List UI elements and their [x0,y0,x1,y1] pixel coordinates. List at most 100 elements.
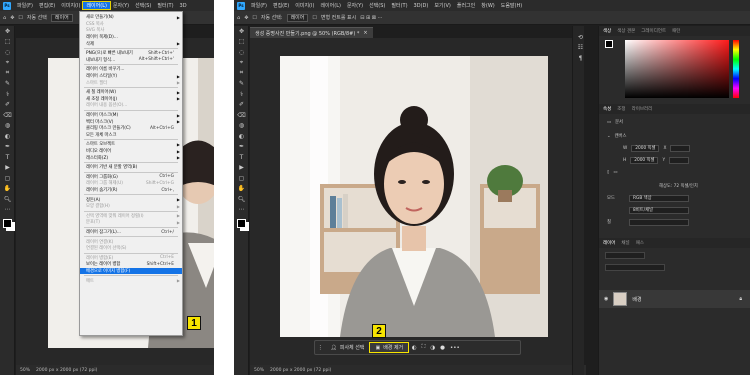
hue-slider[interactable] [733,40,739,98]
lasso-tool-icon[interactable]: ◌ [234,47,249,58]
layer-menu-item[interactable]: 모든 개체 마스크 [80,132,182,139]
auto-select-target-dropdown[interactable]: 레이어 [50,13,73,22]
tab-adjustments[interactable]: 조정 [617,106,625,112]
layer-menu-item[interactable]: 새 칠 레이어(W) ▶ [80,89,182,96]
transform-controls-checkbox[interactable]: ☐ [312,15,316,21]
crop-tool-icon[interactable]: ⌗ [234,68,249,79]
menu-item[interactable]: 플러그인 [454,2,478,9]
hand-tool-icon[interactable]: ✋ [0,184,15,195]
menu-edit[interactable]: 편집(E) [36,2,58,9]
lock-icon[interactable]: 🔒︎ [739,296,742,302]
crop-tool-icon[interactable]: ⌗ [0,68,15,79]
auto-select-target-dropdown[interactable]: 레이어 [286,13,309,22]
menu-item[interactable]: 문자(Y) [344,2,366,9]
menu-item[interactable]: 선택(S) [366,2,388,9]
path-select-tool-icon[interactable]: ▶ [234,163,249,174]
portrait-orientation-icon[interactable]: ▯ [607,170,609,175]
auto-select-checkbox[interactable]: ☐ [252,15,256,21]
crop-icon[interactable]: ⛶ [419,344,428,351]
layer-menu-item[interactable]: 레이어 숨기기(R) Ctrl+, [80,187,182,194]
path-select-tool-icon[interactable]: ▶ [0,163,15,174]
tab-gradients[interactable]: 그레이디언트 [641,28,666,34]
shape-tool-icon[interactable]: ▢ [234,173,249,184]
hand-tool-icon[interactable]: ✋ [234,184,249,195]
menu-select[interactable]: 선택(S) [132,2,154,9]
gradient-tool-icon[interactable]: ◍ [234,121,249,132]
remove-background-button[interactable]: ▣ 배경 제거 [369,342,410,353]
menu-image[interactable]: 이미지(I) [58,2,83,9]
home-icon[interactable]: ⌂ [237,15,240,21]
brush-settings-icon[interactable]: ☷ [573,43,588,54]
menu-item[interactable]: 편집(E) [270,2,292,9]
menu-item[interactable]: 필터(T) [388,2,410,9]
layer-filter-dropdown[interactable] [605,252,645,259]
drag-handle-icon[interactable]: ⋮ [315,345,326,351]
layer-menu-item[interactable]: 레이어 기반 새 분할 영역(B) [80,164,182,171]
menu-item[interactable]: 보기(V) [431,2,454,9]
menu-type[interactable]: 문자(Y) [110,2,132,9]
type-tool-icon[interactable]: T [0,152,15,163]
eraser-tool-icon[interactable]: ⌫ [234,110,249,121]
zoom-tool-icon[interactable]: 🔍︎ [234,194,249,205]
more-tool-icon[interactable]: ⋯ [0,205,15,216]
close-tab-icon[interactable]: × [363,30,367,36]
character-icon[interactable]: ¶ [573,53,588,64]
width-field[interactable]: 2000 픽셀 [631,144,660,152]
type-tool-icon[interactable]: T [234,152,249,163]
x-field[interactable] [670,144,691,152]
zoom-level[interactable]: 50% [254,368,264,373]
brush-tool-icon[interactable]: ✐ [234,100,249,111]
quick-select-tool-icon[interactable]: ⌖ [234,58,249,69]
color-picker-field[interactable] [625,40,729,98]
eyedropper-tool-icon[interactable]: ✎ [0,79,15,90]
fill-icon[interactable]: ● [438,345,448,351]
layer-menu-item[interactable]: 래스터화(Z) ▶ [80,154,182,161]
layer-menu-item[interactable]: 클리핑 마스크 만들기(C) Alt+Ctrl+G [80,125,182,132]
bit-depth-dropdown[interactable]: 8비트/채널 [629,206,689,214]
mask-icon[interactable]: ◑ [428,345,438,351]
layer-menu-item[interactable]: 레이어 그룹화(G) Ctrl+G [80,174,182,181]
layer-menu-item[interactable]: 레이어 스타일(Y) ▶ [80,73,182,80]
layer-menu-item[interactable]: 비디오 레이어 ▶ [80,148,182,155]
tab-swatches[interactable]: 색상 견본 [617,28,635,34]
eyedropper-tool-icon[interactable]: ✎ [234,79,249,90]
visibility-eye-icon[interactable]: ◉ [604,296,608,302]
menu-item[interactable]: 도움말(H) [498,2,525,9]
height-field[interactable]: 2000 픽셀 [630,156,659,164]
history-icon[interactable]: ⟲ [573,32,588,43]
pen-tool-icon[interactable]: ✒ [0,142,15,153]
home-icon[interactable]: ⌂ [3,15,6,21]
layer-menu-item[interactable]: 내보내기 형식... Alt+Shift+Ctrl+' [80,57,182,64]
menu-item[interactable]: 3D(D) [411,3,432,9]
quick-select-tool-icon[interactable]: ⌖ [0,58,15,69]
healing-brush-tool-icon[interactable]: ⚕ [234,89,249,100]
move-tool-icon[interactable]: ✥ [234,26,249,37]
menu-item[interactable]: 레이어(L) [317,2,344,9]
color-swatches-icon[interactable] [3,219,12,228]
zoom-tool-icon[interactable]: 🔍︎ [0,194,15,205]
eraser-tool-icon[interactable]: ⌫ [0,110,15,121]
layer-menu-item[interactable]: 보이는 레이어 병합 Shift+Ctrl+E [80,261,182,268]
lasso-tool-icon[interactable]: ◌ [0,47,15,58]
menu-item[interactable]: 이미지(I) [292,2,317,9]
layer-menu-item[interactable]: PNG(으)로 빠른 내보내기 Shift+Ctrl+' [80,50,182,57]
more-tool-icon[interactable]: ⋯ [234,205,249,216]
foreground-color-swatch[interactable] [605,40,613,48]
tab-color[interactable]: 색상 [603,28,611,34]
layer-menu-item[interactable]: 레이어 마스크(M) ▶ [80,112,182,119]
fill-dropdown[interactable] [629,218,689,226]
y-field[interactable] [669,156,690,164]
dodge-tool-icon[interactable]: ◐ [234,131,249,142]
blend-mode-dropdown[interactable] [605,264,665,271]
healing-brush-tool-icon[interactable]: ⚕ [0,89,15,100]
adjust-icon[interactable]: ◐ [409,345,419,351]
menu-file[interactable]: 파일(F) [14,2,36,9]
layer-menu-item[interactable]: 스마트 오브젝트 ▶ [80,141,182,148]
document-tab[interactable]: 생성 증명사진 만들기.png @ 50% (RGB/8#) * × [250,27,373,38]
layer-row-background[interactable]: ◉ 배경 🔒︎ [599,290,750,308]
tab-patterns[interactable]: 패턴 [672,28,680,34]
layer-menu-item[interactable]: 레이어 복제(D)... [80,34,182,41]
brush-tool-icon[interactable]: ✐ [0,100,15,111]
move-tool-icon[interactable]: ✥ [10,15,14,21]
tab-libraries[interactable]: 라이브러리 [632,106,653,112]
